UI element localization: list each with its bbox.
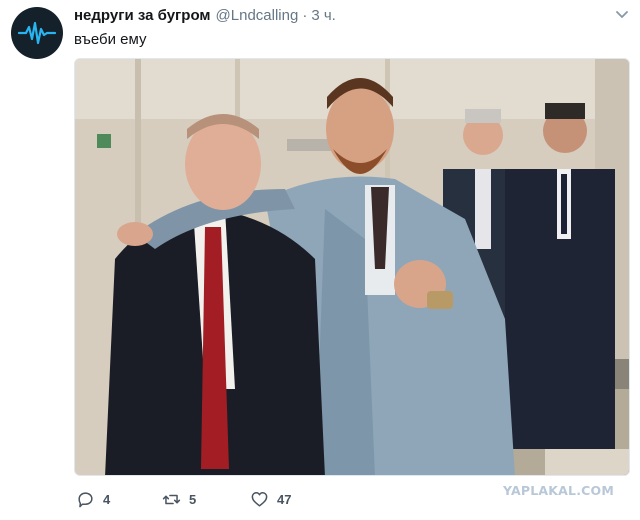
tweet: недруги за бугром @Lndcalling · 3 ч. въе… [0,0,640,520]
reply-icon [78,492,93,508]
reply-button[interactable]: 4 [76,490,110,509]
chevron-down-icon[interactable] [616,11,628,19]
like-count: 47 [277,492,292,507]
user-handle[interactable]: @Lndcalling [216,7,299,24]
avatar[interactable] [11,7,63,59]
waveform-icon [17,21,57,45]
retweet-count: 5 [189,492,197,507]
timestamp[interactable]: 3 ч. [311,7,336,24]
tweet-text: въеби ему [74,31,147,48]
retweet-icon [162,494,181,505]
tweet-header: недруги за бугром @Lndcalling · 3 ч. [74,7,620,27]
separator-dot: · [302,7,308,24]
photo-illustration [75,59,629,475]
tweet-photo[interactable] [74,58,630,476]
heart-icon [251,492,268,507]
site-watermark: YAPLAKAL.COM [502,483,614,498]
reply-count: 4 [103,492,111,507]
retweet-button[interactable]: 5 [162,490,196,509]
display-name[interactable]: недруги за бугром [74,7,211,24]
like-button[interactable]: 47 [250,490,291,509]
